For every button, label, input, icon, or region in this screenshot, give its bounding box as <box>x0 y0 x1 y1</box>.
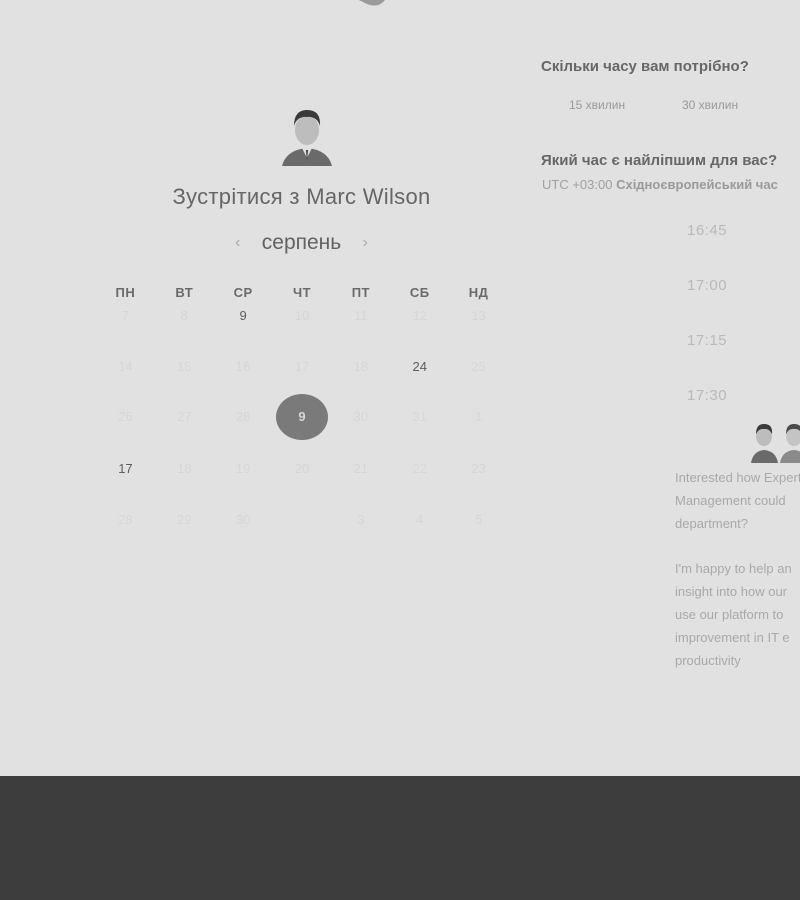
timezone-label[interactable]: UTC +03:00 Східноєвропейський час <box>542 177 778 192</box>
weekday-thu: ЧТ <box>292 285 312 300</box>
prev-month-button[interactable]: ‹ <box>230 234 246 252</box>
calendar-day: 21 <box>353 461 369 476</box>
calendar-day: 7 <box>121 308 130 323</box>
month-navigation: ‹ серпень › <box>0 229 603 257</box>
calendar-day: 14 <box>118 359 133 374</box>
page-title: Зустрітися з Marc Wilson <box>172 184 431 209</box>
calendar-day: 1 <box>474 409 483 424</box>
calendar-day: 5 <box>474 512 483 527</box>
time-question: Який час є найліпшим для вас? <box>541 152 778 169</box>
calendar-week-row: 28 29 30 3 4 5 <box>96 510 508 530</box>
logo-shape-icon <box>358 0 385 6</box>
calendar-day: 20 <box>294 461 310 476</box>
duration-question: Скільки часу вам потрібно? <box>541 58 749 75</box>
calendar-day: 22 <box>412 461 427 476</box>
calendar-day: 30 <box>353 409 369 424</box>
time-slot[interactable]: 17:15 <box>687 332 727 349</box>
weekday-header: ПН ВТ СР ЧТ ПТ СБ НД <box>96 285 508 300</box>
calendar-day[interactable]: 24 <box>390 357 449 377</box>
calendar-week-row: 26 27 28 9 30 31 1 <box>96 394 508 440</box>
calendar-day: 3 <box>357 512 365 527</box>
calendar-day <box>273 510 332 530</box>
calendar-day: 15 <box>177 359 192 374</box>
description-paragraph: Interested how Expert Management could d… <box>675 470 800 531</box>
meeting-description: Interested how Expert Management could d… <box>675 466 800 694</box>
weekday-sat: СБ <box>409 285 430 300</box>
calendar-day: 31 <box>412 409 427 424</box>
calendar-week-row: 17 18 19 20 21 22 23 <box>96 459 508 479</box>
calendar-day: 10 <box>294 308 310 323</box>
calendar-day: 13 <box>471 308 486 323</box>
calendar-week-row: 14 15 16 17 18 24 25 <box>96 357 508 377</box>
weekday-sun: НД <box>468 285 489 300</box>
calendar-day: 11 <box>354 308 368 323</box>
calendar-day: 16 <box>235 359 251 374</box>
next-month-button[interactable]: › <box>357 234 373 252</box>
calendar-day: 27 <box>177 409 192 424</box>
duration-option-15[interactable]: 15 хвилин <box>569 98 625 112</box>
footer <box>0 776 800 900</box>
calendar-day: 26 <box>118 409 133 424</box>
time-slot[interactable]: 17:30 <box>687 387 727 404</box>
calendar-day: 18 <box>353 359 369 374</box>
calendar-day: 12 <box>412 308 427 323</box>
calendar-day: 17 <box>294 359 310 374</box>
weekday-mon: ПН <box>115 285 136 300</box>
timezone-offset: UTC +03:00 <box>542 177 613 192</box>
month-label: серпень <box>261 231 342 254</box>
calendar-day: 8 <box>180 308 188 323</box>
calendar-day: 18 <box>177 461 192 476</box>
description-paragraph: I'm happy to help an insight into how ou… <box>675 561 792 668</box>
calendar-day-selected[interactable]: 9 <box>273 394 332 440</box>
weekday-wed: СР <box>233 285 253 300</box>
calendar-day[interactable]: 17 <box>96 459 155 479</box>
calendar-week-row: 7 8 9 10 11 12 13 <box>96 306 508 326</box>
calendar-day: 28 <box>118 512 133 527</box>
calendar-day: 28 <box>235 409 251 424</box>
calendar-day: 25 <box>471 359 486 374</box>
calendar-day: 23 <box>471 461 486 476</box>
weekday-tue: ВТ <box>175 285 194 300</box>
time-slot[interactable]: 17:00 <box>687 277 727 294</box>
calendar-day: 30 <box>235 512 251 527</box>
calendar-day: 4 <box>416 512 424 527</box>
avatar-pair-icon <box>751 424 800 463</box>
timezone-name: Східноєвропейський час <box>616 177 778 192</box>
weekday-fri: ПТ <box>351 285 370 300</box>
calendar-day: 19 <box>235 461 251 476</box>
calendar-day: 29 <box>177 512 192 527</box>
time-slot[interactable]: 16:45 <box>687 222 727 239</box>
calendar-day[interactable]: 9 <box>214 306 273 326</box>
avatar-icon <box>282 110 332 166</box>
duration-option-30[interactable]: 30 хвилин <box>682 98 738 112</box>
